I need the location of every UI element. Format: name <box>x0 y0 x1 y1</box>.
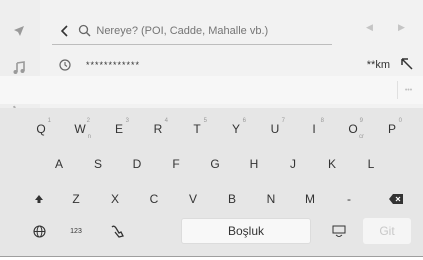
go-key[interactable]: Git <box>363 218 411 244</box>
key-f[interactable]: F <box>161 151 191 177</box>
suggestion-band <box>0 76 423 104</box>
key-m[interactable]: M <box>295 186 325 212</box>
navigation-search-screen: ◀ ▶ ************ **km ••• Q1 W2n E3 R4 T… <box>0 0 423 260</box>
key-p[interactable]: P0 <box>377 116 407 142</box>
shift-arrow-icon <box>35 195 43 203</box>
key-b[interactable]: B <box>217 186 247 212</box>
on-screen-keyboard: Q1 W2n E3 R4 T5 Y6 U7 I8 O 9 cr P0 A S D F… <box>0 108 423 260</box>
numbers-key[interactable]: 123 <box>61 218 91 244</box>
list-item[interactable]: ************ **km <box>52 54 423 76</box>
result-distance: **km <box>366 59 390 71</box>
key-w[interactable]: W2n <box>65 116 95 142</box>
cursor-left-icon[interactable]: ◀ <box>366 22 373 33</box>
more-icon[interactable]: ••• <box>397 81 419 99</box>
navigation-arrow-icon[interactable] <box>11 23 27 39</box>
direction-arrow-icon <box>400 57 414 71</box>
key-s[interactable]: S <box>83 151 113 177</box>
globe-icon <box>32 224 46 238</box>
result-name: ************ <box>86 60 141 70</box>
key-r[interactable]: R4 <box>143 116 173 142</box>
key-k[interactable]: K <box>317 151 347 177</box>
shift-key[interactable] <box>24 186 54 212</box>
search-icon <box>78 23 94 39</box>
music-note-icon[interactable] <box>11 60 27 76</box>
space-key[interactable]: Boşluk <box>181 218 311 244</box>
search-bar <box>52 17 332 45</box>
key-a[interactable]: A <box>44 151 74 177</box>
key-x[interactable]: X <box>100 186 130 212</box>
key-z[interactable]: Z <box>61 186 91 212</box>
key-e[interactable]: E3 <box>104 116 134 142</box>
key-g[interactable]: G <box>200 151 230 177</box>
key-hyphen[interactable]: - <box>334 186 364 212</box>
backspace-key[interactable] <box>381 186 411 212</box>
key-n[interactable]: N <box>256 186 286 212</box>
key-d[interactable]: D <box>122 151 152 177</box>
cursor-right-icon[interactable]: ▶ <box>398 22 405 33</box>
backspace-icon <box>389 194 403 204</box>
key-q[interactable]: Q1 <box>26 116 56 142</box>
history-icon <box>58 57 74 73</box>
key-i[interactable]: I8 <box>299 116 329 142</box>
keyboard-hide-key[interactable] <box>324 218 354 244</box>
key-c[interactable]: C <box>139 186 169 212</box>
hand-pointer-icon <box>111 225 124 238</box>
language-key[interactable] <box>24 218 54 244</box>
key-l[interactable]: L <box>356 151 386 177</box>
handwriting-key[interactable] <box>102 218 132 244</box>
bottom-divider <box>0 256 423 260</box>
key-o[interactable]: O 9 cr <box>338 116 368 142</box>
key-t[interactable]: T5 <box>182 116 212 142</box>
key-y[interactable]: Y6 <box>221 116 251 142</box>
key-j[interactable]: J <box>278 151 308 177</box>
key-h[interactable]: H <box>239 151 269 177</box>
key-v[interactable]: V <box>178 186 208 212</box>
keyboard-icon <box>332 225 346 237</box>
key-u[interactable]: U7 <box>260 116 290 142</box>
chevron-left-icon[interactable] <box>56 20 74 42</box>
search-input[interactable] <box>96 24 332 37</box>
